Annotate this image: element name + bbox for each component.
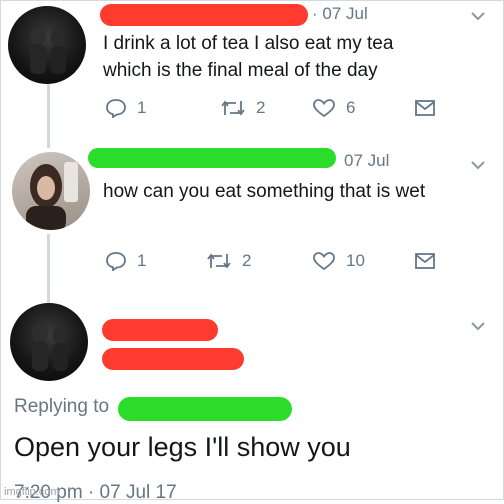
redacted-username: [102, 348, 244, 370]
like-count: 6: [346, 98, 356, 117]
retweet-icon: [221, 100, 245, 116]
reply-count: 1: [137, 98, 147, 117]
chevron-down-icon[interactable]: [470, 320, 486, 332]
avatar-figures-icon: [30, 27, 66, 74]
direct-message-button[interactable]: [414, 99, 446, 117]
main-tweet-text: Open your legs I'll show you: [14, 432, 351, 462]
replying-to-label: Replying to: [14, 396, 110, 417]
reply-button[interactable]: 1: [105, 98, 146, 118]
tweet-text-line: which is the final meal of the day: [103, 60, 378, 81]
retweet-icon: [207, 253, 231, 269]
redacted-username: [88, 148, 336, 168]
avatar[interactable]: [12, 152, 90, 230]
avatar[interactable]: [10, 303, 88, 381]
tweet-text-line: I drink a lot of tea I also eat my tea: [103, 33, 394, 54]
direct-message-button[interactable]: [414, 252, 446, 270]
chevron-down-icon[interactable]: [470, 10, 486, 22]
like-icon: [313, 99, 335, 118]
redacted-username: [100, 4, 308, 26]
reply-icon: [106, 99, 126, 118]
retweet-button[interactable]: 2: [206, 251, 251, 271]
thread-line: [47, 84, 50, 148]
message-icon: [415, 253, 435, 269]
watermark: imgflip.com: [4, 486, 60, 498]
retweet-button[interactable]: 2: [220, 98, 265, 118]
retweet-count: 2: [256, 98, 266, 117]
chevron-down-icon[interactable]: [470, 159, 486, 171]
retweet-count: 2: [242, 251, 252, 270]
thread-line: [47, 234, 50, 304]
tweet-date: 07 Jul: [344, 151, 390, 170]
like-button[interactable]: 6: [312, 98, 355, 118]
redacted-reply-handle[interactable]: [118, 397, 292, 421]
tweet-date: · 07 Jul: [312, 4, 368, 23]
reply-count: 1: [137, 251, 147, 270]
redacted-display-name: [102, 319, 218, 341]
reply-icon: [106, 252, 126, 271]
message-icon: [415, 100, 435, 116]
tweet-text-line: how can you eat something that is wet: [103, 181, 426, 202]
reply-button[interactable]: 1: [105, 251, 146, 271]
like-icon: [313, 252, 335, 271]
avatar-selfie-icon: [26, 162, 78, 230]
avatar[interactable]: [8, 6, 86, 84]
like-button[interactable]: 10: [312, 251, 365, 271]
like-count: 10: [346, 251, 365, 270]
avatar-figures-icon: [32, 324, 68, 371]
